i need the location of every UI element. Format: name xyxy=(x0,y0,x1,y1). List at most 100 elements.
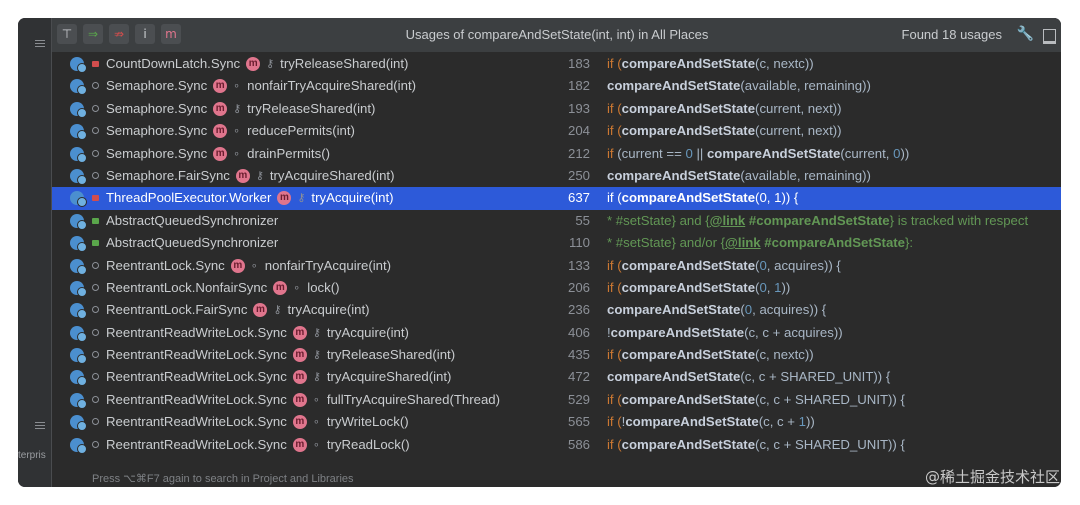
usage-row[interactable]: Semaphore.Sync m ∘ drainPermits() 212 if (cur… xyxy=(52,143,1061,165)
package-private-icon xyxy=(92,149,99,157)
method-name: reducePermits(int) xyxy=(247,123,355,139)
method-icon: m xyxy=(246,57,261,71)
search-hint: Press ⌥⌘F7 again to search in Project an… xyxy=(92,473,354,485)
private-lock-icon xyxy=(92,61,99,67)
method-icon: m xyxy=(292,370,307,385)
package-private-icon xyxy=(92,82,99,90)
usage-row[interactable]: ReentrantReadWriteLock.Sync m ∘ tryReadLock… xyxy=(52,434,1061,456)
class-icon xyxy=(70,437,87,454)
package-private-icon xyxy=(92,418,99,426)
open-in-find-window-icon[interactable] xyxy=(1043,29,1056,44)
package-private-icon xyxy=(92,261,99,269)
class-icon xyxy=(70,258,87,275)
package-private-icon xyxy=(92,395,99,403)
usage-row[interactable]: Semaphore.Sync m ⚷ tryReleaseShared(int) 193… xyxy=(52,98,1061,120)
code-snippet: * #setState} and {@link #compareAndSetSt… xyxy=(607,212,1029,228)
package-private-icon: ∘ xyxy=(312,416,320,429)
class-icon xyxy=(70,280,87,297)
method-name: fullTryAcquireShared(Thread) xyxy=(326,391,501,407)
class-icon xyxy=(70,79,87,96)
class-icon xyxy=(70,213,87,230)
package-private-icon: ∘ xyxy=(233,125,241,138)
usage-row[interactable]: ReentrantLock.FairSync m ⚷ tryAcquire(int) 2… xyxy=(52,299,1061,321)
class-name: ReentrantLock.Sync xyxy=(106,257,225,273)
usage-row[interactable]: Semaphore.FairSync m ⚷ tryAcquireShared(int… xyxy=(52,165,1061,187)
usage-row[interactable]: ReentrantReadWriteLock.Sync m ∘ tryWriteLoc… xyxy=(52,411,1061,433)
class-icon xyxy=(70,348,87,365)
line-number: 183 xyxy=(567,56,590,71)
class-name: ReentrantReadWriteLock.Sync xyxy=(106,347,287,363)
code-snippet: if (current == 0 || compareAndSetState(c… xyxy=(607,145,910,161)
method-icon: m xyxy=(253,303,268,318)
method-icon: m xyxy=(292,392,307,407)
usage-row[interactable]: CountDownLatch.Sync m ⚷ tryReleaseShared(in… xyxy=(52,53,1061,75)
usage-row[interactable]: ReentrantLock.NonfairSync m ∘ lock() 206 if (… xyxy=(52,277,1061,299)
package-private-icon: ∘ xyxy=(233,80,241,93)
line-number: 204 xyxy=(567,123,590,139)
protected-key-icon: ⚷ xyxy=(312,371,321,384)
method-icon: m xyxy=(235,168,250,183)
method-icon: m xyxy=(213,146,228,161)
wrench-icon[interactable]: 🔧 xyxy=(1017,26,1034,42)
usage-row[interactable]: ReentrantReadWriteLock.Sync m ⚷ tryReleaseS… xyxy=(52,344,1061,366)
usage-row[interactable]: Semaphore.Sync m ∘ reducePermits(int) 204 if … xyxy=(52,120,1061,142)
line-number: 212 xyxy=(567,145,590,161)
public-unlock-icon xyxy=(92,217,99,224)
protected-key-icon: ⚷ xyxy=(312,326,321,339)
package-private-icon xyxy=(92,351,99,359)
method-name: nonfairTryAcquire(int) xyxy=(264,257,392,273)
line-number: 565 xyxy=(567,414,590,430)
package-private-icon xyxy=(92,104,99,112)
class-name: Semaphore.Sync xyxy=(106,100,208,116)
package-private-icon xyxy=(92,127,99,135)
package-private-icon: ∘ xyxy=(312,438,320,451)
method-name: tryAcquireShared(int) xyxy=(269,167,395,183)
class-icon xyxy=(70,168,87,185)
public-unlock-icon xyxy=(92,240,99,247)
usage-row-selected[interactable]: ThreadPoolExecutor.Worker m ⚷ tryAcquire(in… xyxy=(52,187,1061,210)
class-name: ReentrantLock.FairSync xyxy=(106,302,248,318)
package-private-icon: ∘ xyxy=(250,259,258,272)
structure-icon[interactable] xyxy=(35,40,45,50)
code-snippet: if (compareAndSetState(current, next)) xyxy=(607,123,842,139)
structure-icon[interactable] xyxy=(35,422,45,432)
method-name: nonfairTryAcquireShared(int) xyxy=(247,78,416,94)
method-icon: m xyxy=(277,191,292,206)
class-icon xyxy=(70,325,87,342)
usage-row[interactable]: ReentrantReadWriteLock.Sync m ⚷ tryAcquireS… xyxy=(52,366,1061,388)
method-name: tryAcquire(int) xyxy=(287,302,370,318)
line-number: 472 xyxy=(567,369,590,385)
package-private-icon xyxy=(92,440,99,448)
line-number: 236 xyxy=(567,302,590,318)
line-number: 133 xyxy=(567,257,590,273)
class-icon xyxy=(70,415,87,432)
method-icon: m xyxy=(230,258,245,273)
usage-row[interactable]: AbstractQueuedSynchronizer 110 * #setState… xyxy=(52,232,1061,254)
line-number: 406 xyxy=(567,324,590,340)
usage-row[interactable]: AbstractQueuedSynchronizer 55 * #setState}… xyxy=(52,210,1061,232)
private-lock-icon xyxy=(92,195,99,202)
method-icon: m xyxy=(213,79,228,94)
package-private-icon xyxy=(92,283,99,291)
class-name: CountDownLatch.Sync xyxy=(106,56,241,71)
method-icon: m xyxy=(292,348,307,363)
class-name: ReentrantReadWriteLock.Sync xyxy=(106,414,287,430)
line-number: 110 xyxy=(568,235,590,251)
usage-row[interactable]: ReentrantLock.Sync m ∘ nonfairTryAcquire(in… xyxy=(52,255,1061,277)
editor-gutter-strip: terpris xyxy=(18,18,52,487)
watermark: @稀土掘金技术社区 xyxy=(924,468,1060,486)
usages-header: ⊤ ⇒ ⇏ i m Usages of compareAndSetState(i… xyxy=(52,18,1061,52)
protected-key-icon: ⚷ xyxy=(312,349,321,362)
protected-key-icon: ⚷ xyxy=(297,192,306,205)
usage-row[interactable]: ReentrantReadWriteLock.Sync m ⚷ tryAcquire(… xyxy=(52,322,1061,344)
class-name: ReentrantReadWriteLock.Sync xyxy=(106,324,287,340)
code-snippet: compareAndSetState(available, remaining)… xyxy=(607,78,871,94)
usage-row[interactable]: ReentrantReadWriteLock.Sync m ∘ fullTryAcqu… xyxy=(52,389,1061,411)
code-snippet: * #setState} and/or {@link #compareAndSe… xyxy=(607,235,914,251)
class-icon xyxy=(70,392,87,409)
protected-key-icon: ⚷ xyxy=(233,102,242,115)
usage-row[interactable]: Semaphore.Sync m ∘ nonfairTryAcquireShared(… xyxy=(52,75,1061,97)
line-number: 637 xyxy=(567,190,590,206)
method-icon: m xyxy=(273,280,288,295)
class-icon xyxy=(70,124,87,141)
